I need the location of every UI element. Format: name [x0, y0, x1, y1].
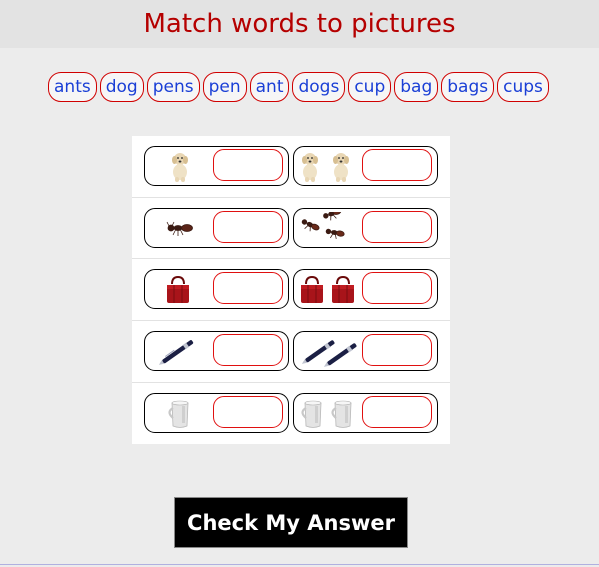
match-row-dog	[132, 136, 450, 196]
answer-box-bag[interactable]	[213, 272, 283, 304]
picture-cell	[293, 393, 438, 433]
cup-icon	[168, 400, 189, 428]
word-chip-ants[interactable]: ants	[48, 72, 97, 102]
answer-box-dog[interactable]	[213, 149, 283, 181]
bag-icon	[167, 275, 189, 303]
picture-cell	[293, 331, 438, 371]
word-chip-bags[interactable]: bags	[441, 72, 495, 102]
ants-icon	[301, 212, 345, 240]
dog-icon	[172, 153, 188, 182]
answer-box-dogs[interactable]	[362, 149, 432, 181]
cups-icon	[301, 400, 352, 428]
bottom-divider	[0, 564, 599, 565]
match-row-cup	[132, 382, 450, 443]
word-chip-bag[interactable]: bag	[394, 72, 439, 102]
answer-box-cups[interactable]	[362, 396, 432, 428]
match-row-bag	[132, 258, 450, 319]
picture-cell	[293, 146, 438, 186]
word-chip-pens[interactable]: pens	[146, 72, 200, 102]
check-answer-button[interactable]: Check My Answer	[174, 497, 408, 548]
picture-cell	[144, 146, 289, 186]
answer-box-pen[interactable]	[213, 334, 283, 366]
word-chip-dogs[interactable]: dogs	[292, 72, 346, 102]
picture-cell	[293, 208, 438, 248]
picture-cell	[144, 208, 289, 248]
word-chip-cup[interactable]: cup	[348, 72, 392, 102]
answer-box-ants[interactable]	[362, 211, 432, 243]
picture-cell	[144, 331, 289, 371]
answer-box-pens[interactable]	[362, 334, 432, 366]
page-header: Match words to pictures	[0, 0, 599, 48]
word-chip-dog[interactable]: dog	[99, 72, 144, 102]
answer-box-ant[interactable]	[213, 211, 283, 243]
bags-icon	[301, 275, 354, 303]
picture-cell	[144, 269, 289, 309]
word-chip-pen[interactable]: pen	[202, 72, 247, 102]
answer-box-bags[interactable]	[362, 272, 432, 304]
matching-panel	[132, 136, 450, 444]
picture-cell	[144, 393, 289, 433]
picture-cell	[293, 269, 438, 309]
match-row-ant	[132, 197, 450, 258]
ant-icon	[166, 221, 193, 236]
match-row-pen	[132, 320, 450, 381]
answer-box-cup[interactable]	[213, 396, 283, 428]
page-title: Match words to pictures	[143, 9, 456, 39]
dogs-icon	[302, 153, 349, 182]
word-bank: ants dog pens pen ant dogs cup bag bags …	[48, 72, 568, 102]
pen-icon	[158, 340, 194, 365]
pens-icon	[301, 340, 357, 367]
word-chip-cups[interactable]: cups	[497, 72, 549, 102]
word-chip-ant[interactable]: ant	[249, 72, 290, 102]
